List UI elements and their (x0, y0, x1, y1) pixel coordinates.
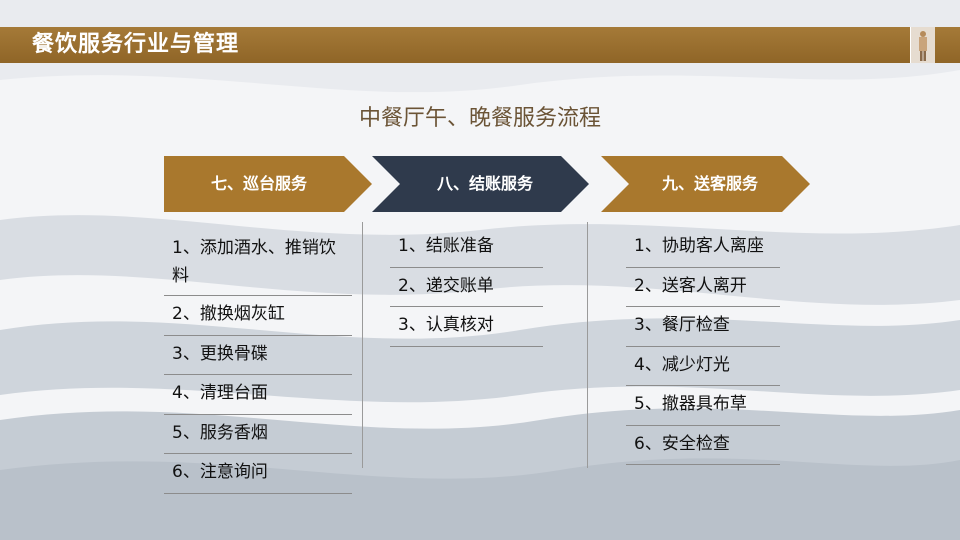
list-item: 3、更换骨碟 (164, 336, 352, 375)
list-item: 1、结账准备 (390, 228, 543, 268)
list-item: 3、认真核对 (390, 307, 543, 347)
header-title: 餐饮服务行业与管理 (32, 32, 240, 57)
list-item: 5、服务香烟 (164, 415, 352, 454)
list-item: 2、送客人离开 (626, 268, 780, 307)
divider-1 (362, 222, 363, 468)
list-item: 1、协助客人离座 (626, 228, 780, 268)
list-item: 1、添加酒水、推销饮料 (164, 228, 352, 296)
list-inspection: 1、添加酒水、推销饮料 2、撤换烟灰缸 3、更换骨碟 4、清理台面 5、服务香烟… (164, 228, 352, 494)
list-checkout: 1、结账准备 2、递交账单 3、认真核对 (390, 228, 543, 347)
list-item: 2、撤换烟灰缸 (164, 296, 352, 336)
list-farewell: 1、协助客人离座 2、送客人离开 3、餐厅检查 4、减少灯光 5、撤器具布草 6… (626, 228, 780, 465)
list-item: 2、递交账单 (390, 268, 543, 307)
header-bar: 餐饮服务行业与管理 (0, 27, 960, 63)
divider-2 (587, 222, 588, 468)
step-label-2: 八、结账服务 (436, 174, 533, 193)
list-item: 4、减少灯光 (626, 347, 780, 386)
list-item: 6、注意询问 (164, 454, 352, 494)
page-title: 中餐厅午、晚餐服务流程 (358, 106, 601, 131)
list-item: 6、安全检查 (626, 426, 780, 465)
list-item: 3、餐厅检查 (626, 307, 780, 347)
list-item: 4、清理台面 (164, 375, 352, 415)
step-label-3: 九、送客服务 (661, 174, 758, 193)
list-item: 5、撤器具布草 (626, 386, 780, 426)
logo-figure (910, 27, 935, 63)
step-label-1: 七、巡台服务 (210, 174, 307, 193)
